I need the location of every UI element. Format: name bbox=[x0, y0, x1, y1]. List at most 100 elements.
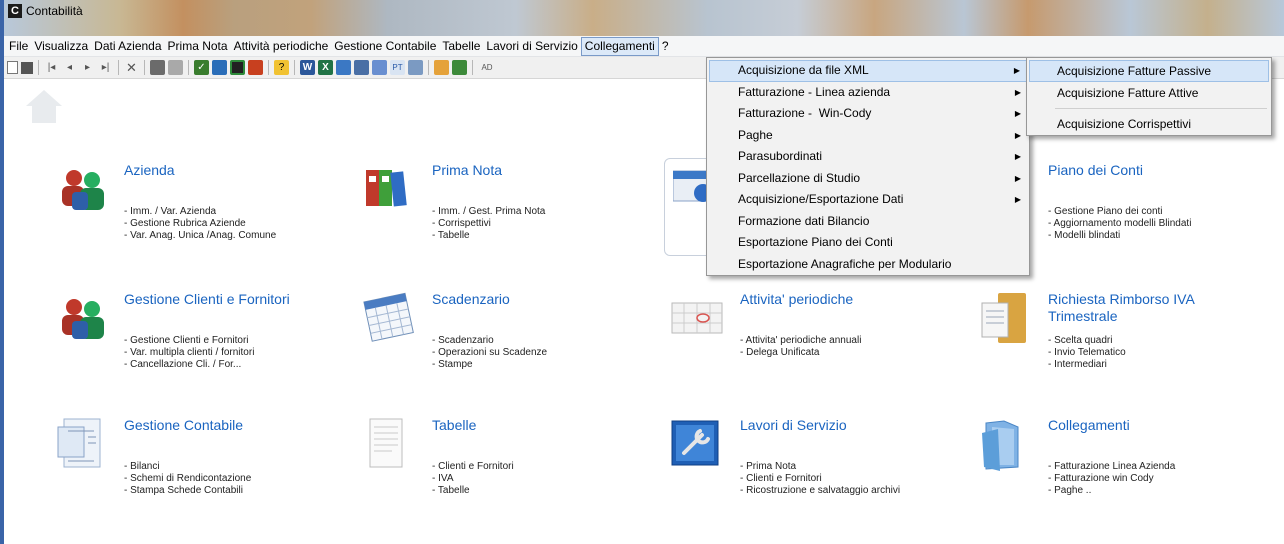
tile-line[interactable]: - Stampe bbox=[432, 359, 547, 371]
excel-icon[interactable]: X bbox=[318, 60, 333, 75]
app-c-icon[interactable]: C bbox=[8, 4, 22, 18]
home-icon[interactable] bbox=[26, 90, 62, 124]
tile-title[interactable]: Lavori di Servizio bbox=[740, 417, 847, 434]
calc-icon[interactable] bbox=[230, 60, 245, 75]
menu-esportazione-piano-conti[interactable]: Esportazione Piano dei Conti bbox=[709, 232, 1027, 254]
submenu-fatture-passive[interactable]: Acquisizione Fatture Passive bbox=[1029, 60, 1269, 82]
tile-title[interactable]: Tabelle bbox=[432, 417, 476, 434]
tile-line[interactable]: - Scadenzario bbox=[432, 335, 547, 347]
tile-collegamenti[interactable]: Collegamenti - Fatturazione Linea Aziend… bbox=[978, 417, 1278, 517]
tile-line[interactable]: - Fatturazione Linea Azienda bbox=[1048, 461, 1175, 473]
tile-line[interactable]: - Bilanci bbox=[124, 461, 251, 473]
tile-title[interactable]: Scadenzario bbox=[432, 291, 510, 308]
tile-line[interactable]: - Var. multipla clienti / fornitori bbox=[124, 347, 254, 359]
menu-acquisizione-esportazione-dati[interactable]: Acquisizione/Esportazione Dati ▶ bbox=[709, 189, 1027, 211]
tile-line[interactable]: - Tabelle bbox=[432, 230, 545, 242]
help-icon[interactable]: ? bbox=[274, 60, 289, 75]
export-icon[interactable] bbox=[248, 60, 263, 75]
tile-line[interactable]: - Corrispettivi bbox=[432, 218, 545, 230]
last-icon[interactable]: ▸| bbox=[98, 60, 113, 75]
tile-prima-nota[interactable]: Prima Nota - Imm. / Gest. Prima Nota - C… bbox=[362, 162, 662, 262]
tile-title[interactable]: Azienda bbox=[124, 162, 175, 179]
tile-line[interactable]: - Fatturazione win Cody bbox=[1048, 473, 1175, 485]
tile-title[interactable]: Attivita' periodiche bbox=[740, 291, 853, 308]
tile-title[interactable]: Collegamenti bbox=[1048, 417, 1130, 434]
web-icon[interactable] bbox=[336, 60, 351, 75]
ad-icon[interactable]: AD bbox=[478, 60, 496, 75]
tile-title[interactable]: Gestione Contabile bbox=[124, 417, 243, 434]
tile-line[interactable]: - IVA bbox=[432, 473, 514, 485]
new-icon[interactable] bbox=[7, 61, 18, 74]
prev-icon[interactable]: ◂ bbox=[62, 60, 77, 75]
tile-line[interactable]: - Clienti e Fornitori bbox=[740, 473, 900, 485]
tile-line[interactable]: - Imm. / Var. Azienda bbox=[124, 206, 276, 218]
tile-line[interactable]: - Paghe .. bbox=[1048, 485, 1175, 497]
menu-prima-nota[interactable]: Prima Nota bbox=[165, 37, 231, 56]
tile-title[interactable]: Gestione Clienti e Fornitori bbox=[124, 291, 290, 308]
tile-line[interactable]: - Invio Telematico bbox=[1048, 347, 1126, 359]
save-icon[interactable] bbox=[21, 61, 33, 74]
menu-lavori-di-servizio[interactable]: Lavori di Servizio bbox=[483, 37, 580, 56]
tile-tabelle[interactable]: Tabelle - Clienti e Fornitori - IVA - Ta… bbox=[362, 417, 662, 517]
tile-line[interactable]: - Intermediari bbox=[1048, 359, 1126, 371]
menu-attivita-periodiche[interactable]: Attività periodiche bbox=[231, 37, 332, 56]
tile-line[interactable]: - Gestione Rubrica Aziende bbox=[124, 218, 276, 230]
mail-icon[interactable] bbox=[354, 60, 369, 75]
menu-fatturazione-win-cody[interactable]: Fatturazione - Win-Cody ▶ bbox=[709, 103, 1027, 125]
tile-gestione-contabile[interactable]: Gestione Contabile - Bilanci - Schemi di… bbox=[54, 417, 354, 517]
submenu-fatture-attive[interactable]: Acquisizione Fatture Attive bbox=[1029, 82, 1269, 104]
printer-icon[interactable] bbox=[408, 60, 423, 75]
tile-line[interactable]: - Gestione Clienti e Fornitori bbox=[124, 335, 254, 347]
tile-line[interactable]: - Ricostruzione e salvataggio archivi bbox=[740, 485, 900, 497]
tile-line[interactable]: - Schemi di Rendicontazione bbox=[124, 473, 251, 485]
delete-icon[interactable]: ✕ bbox=[124, 60, 139, 75]
menu-parcellazione-di-studio[interactable]: Parcellazione di Studio ▶ bbox=[709, 168, 1027, 190]
first-icon[interactable]: |◂ bbox=[44, 60, 59, 75]
tile-lavori-di-servizio[interactable]: Lavori di Servizio - Prima Nota - Client… bbox=[670, 417, 970, 517]
print-icon[interactable] bbox=[150, 60, 165, 75]
tile-title[interactable]: Richiesta Rimborso IVA Trimestrale bbox=[1048, 291, 1195, 325]
menu-acquisizione-xml[interactable]: Acquisizione da file XML ▶ bbox=[709, 60, 1027, 82]
tile-title[interactable]: Prima Nota bbox=[432, 162, 502, 179]
submenu-corrispettivi[interactable]: Acquisizione Corrispettivi bbox=[1029, 113, 1269, 135]
menu-dati-azienda[interactable]: Dati Azienda bbox=[91, 37, 164, 56]
next-icon[interactable]: ▸ bbox=[80, 60, 95, 75]
tile-line[interactable]: - Attivita' periodiche annuali bbox=[740, 335, 861, 347]
tile-line[interactable]: - Scelta quadri bbox=[1048, 335, 1126, 347]
tile-line[interactable]: - Cancellazione Cli. / For... bbox=[124, 359, 254, 371]
tile-title[interactable]: Piano dei Conti bbox=[1048, 162, 1143, 179]
tile-line[interactable]: - Operazioni su Scadenze bbox=[432, 347, 547, 359]
tile-line[interactable]: - Imm. / Gest. Prima Nota bbox=[432, 206, 545, 218]
tile-richiesta-rimborso-iva[interactable]: Richiesta Rimborso IVA Trimestrale - Sce… bbox=[978, 291, 1278, 391]
tile-line[interactable]: - Delega Unificata bbox=[740, 347, 861, 359]
menu-paghe[interactable]: Paghe ▶ bbox=[709, 125, 1027, 147]
menu-collegamenti[interactable]: Collegamenti bbox=[580, 36, 659, 56]
menu-esportazione-anagrafiche[interactable]: Esportazione Anagrafiche per Modulario bbox=[709, 254, 1027, 276]
pdf-icon[interactable]: PT bbox=[390, 60, 405, 75]
chart-icon[interactable] bbox=[372, 60, 387, 75]
menu-file[interactable]: File bbox=[6, 37, 31, 56]
menu-formazione-dati-bilancio[interactable]: Formazione dati Bilancio bbox=[709, 211, 1027, 233]
tile-line[interactable]: - Clienti e Fornitori bbox=[432, 461, 514, 473]
tile-scadenzario[interactable]: Scadenzario - Scadenzario - Operazioni s… bbox=[362, 291, 662, 391]
menu-gestione-contabile[interactable]: Gestione Contabile bbox=[331, 37, 439, 56]
menu-visualizza[interactable]: Visualizza bbox=[31, 37, 91, 56]
tile-azienda[interactable]: Azienda - Imm. / Var. Azienda - Gestione… bbox=[54, 162, 354, 262]
menu-fatturazione-linea-azienda[interactable]: Fatturazione - Linea azienda ▶ bbox=[709, 82, 1027, 104]
tile-line[interactable]: - Tabelle bbox=[432, 485, 514, 497]
tile-gestione-clienti-fornitori[interactable]: Gestione Clienti e Fornitori - Gestione … bbox=[54, 291, 354, 391]
title-bar[interactable]: C Contabilità bbox=[4, 0, 1284, 36]
menu-parasubordinati[interactable]: Parasubordinati ▶ bbox=[709, 146, 1027, 168]
wizard-icon[interactable] bbox=[212, 60, 227, 75]
tile-line[interactable]: - Gestione Piano dei conti bbox=[1048, 206, 1191, 218]
tile-line[interactable]: - Aggiornamento modelli Blindati bbox=[1048, 218, 1191, 230]
tile-line[interactable]: - Stampa Schede Contabili bbox=[124, 485, 251, 497]
tile-line[interactable]: - Var. Anag. Unica /Anag. Comune bbox=[124, 230, 276, 242]
tile-line[interactable]: - Modelli blindati bbox=[1048, 230, 1191, 242]
check-icon[interactable]: ✓ bbox=[194, 60, 209, 75]
tile-line[interactable]: - Prima Nota bbox=[740, 461, 900, 473]
search-icon[interactable] bbox=[452, 60, 467, 75]
menu-tabelle[interactable]: Tabelle bbox=[439, 37, 483, 56]
tile-attivita-periodiche[interactable]: Attivita' periodiche - Attivita' periodi… bbox=[670, 291, 970, 391]
word-icon[interactable]: W bbox=[300, 60, 315, 75]
